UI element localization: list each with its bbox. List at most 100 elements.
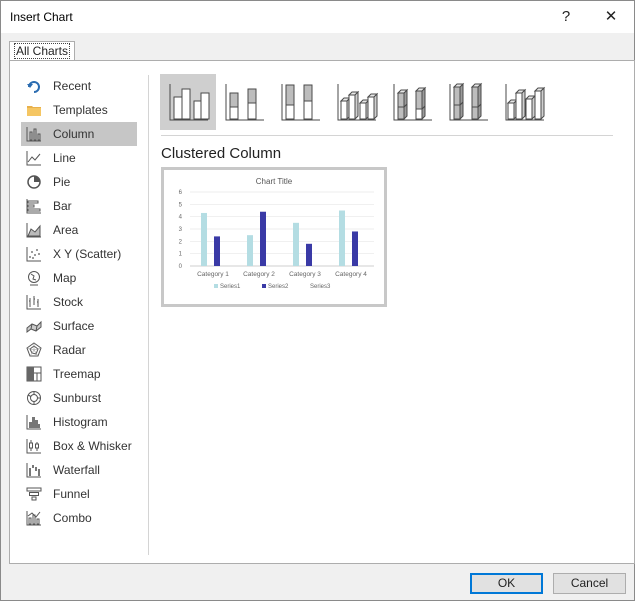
sidebar-item-label: Sunburst: [53, 391, 102, 405]
recent-icon: [27, 81, 40, 93]
sidebar-item-label: Surface: [53, 319, 95, 333]
box-whisker-chart-icon: [26, 439, 41, 454]
templates-folder-icon: [27, 106, 41, 116]
chart-subtype-heading: Clustered Column: [161, 145, 282, 162]
radar-chart-icon: [26, 342, 42, 357]
dialog-title: Insert Chart: [10, 10, 73, 24]
help-button[interactable]: ?: [557, 7, 575, 27]
sidebar-item-label: Bar: [53, 199, 72, 213]
cancel-button[interactable]: Cancel: [553, 573, 626, 594]
area-chart-icon: [26, 223, 41, 238]
subtype-3d-100-percent-stacked-column[interactable]: [440, 74, 496, 130]
bar-chart-icon: [26, 199, 41, 214]
sidebar-item-label: Line: [53, 151, 76, 165]
pie-chart-icon: [27, 175, 41, 189]
sidebar-item-scatter-chart[interactable]: X Y (Scatter): [21, 242, 137, 266]
legend-label: Series1: [220, 284, 241, 290]
sidebar-item-waterfall-chart[interactable]: Waterfall: [21, 458, 137, 482]
tab-strip: All Charts: [1, 33, 634, 61]
y-tick-label: 0: [179, 264, 183, 270]
sidebar-item-treemap-chart[interactable]: Treemap: [21, 362, 137, 386]
sidebar-item-surface-chart[interactable]: Surface: [21, 314, 137, 338]
sidebar-item-label: Column: [53, 127, 95, 141]
subtype-3d-clustered-column[interactable]: [328, 74, 384, 130]
sidebar-item-label: Map: [53, 271, 77, 285]
sidebar-item-histogram-chart[interactable]: Histogram: [21, 410, 137, 434]
sidebar-item-label: Templates: [53, 103, 108, 117]
3d-100-percent-stacked-column-icon: [449, 82, 488, 121]
sunburst-chart-icon: [27, 391, 41, 405]
combo-chart-icon: [26, 511, 41, 526]
insert-chart-dialog: Insert Chart ? ✕ All Charts Recent Templa…: [0, 0, 635, 601]
chart-preview-plot: 0 1 2 3 4 5 6 Category 1 Category 2 Category 3 Cat…: [179, 190, 374, 290]
x-tick-label: Category 1: [197, 271, 229, 278]
sidebar-item-label: Pie: [53, 175, 71, 189]
chart-panel: Recent Templates Column Line Pie Bar Area X Y (…: [9, 60, 635, 564]
y-tick-label: 3: [179, 227, 183, 233]
3d-clustered-column-icon: [337, 84, 378, 121]
subtype-100-percent-stacked-column[interactable]: [272, 74, 328, 130]
x-tick-label: Category 2: [243, 271, 275, 278]
horizontal-divider: [161, 135, 613, 136]
sidebar-item-pie-chart[interactable]: Pie: [21, 170, 137, 194]
funnel-chart-icon: [26, 487, 42, 501]
map-chart-icon: [28, 271, 40, 286]
sidebar-item-map-chart[interactable]: Map: [21, 266, 137, 290]
ok-button[interactable]: OK: [470, 573, 543, 594]
bar-series1-2: [247, 235, 253, 266]
legend-label: Series3: [310, 284, 331, 290]
sidebar-item-label: Radar: [53, 343, 86, 357]
bar-series2-4: [352, 231, 358, 266]
3d-column-icon: [505, 84, 546, 121]
sidebar-item-label: Area: [53, 223, 79, 237]
histogram-chart-icon: [26, 415, 41, 430]
sidebar-item-templates-folder[interactable]: Templates: [21, 98, 137, 122]
subtype-3d-column[interactable]: [496, 74, 552, 130]
treemap-chart-icon: [26, 366, 42, 382]
waterfall-chart-icon: [26, 463, 41, 478]
tab-label: All Charts: [14, 43, 71, 59]
bar-series1-3: [293, 222, 299, 266]
sidebar-item-area-chart[interactable]: Area: [21, 218, 137, 242]
chart-preview: Chart Title 0 1 2 3 4 5 6 Category 1 Category 2C…: [161, 167, 387, 307]
sidebar-item-radar-chart[interactable]: Radar: [21, 338, 137, 362]
sidebar-item-label: X Y (Scatter): [53, 247, 122, 261]
surface-chart-icon: [26, 320, 42, 333]
subtype-3d-stacked-column[interactable]: [384, 74, 440, 130]
y-tick-label: 4: [179, 215, 183, 221]
bar-series1-1: [201, 212, 207, 266]
scatter-chart-icon: [26, 247, 41, 262]
bar-series2-2: [260, 211, 266, 266]
sidebar-item-funnel-chart[interactable]: Funnel: [21, 482, 137, 506]
sidebar-item-recent[interactable]: Recent: [21, 74, 137, 98]
sidebar-item-box-whisker-chart[interactable]: Box & Whisker: [21, 434, 137, 458]
sidebar-item-sunburst-chart[interactable]: Sunburst: [21, 386, 137, 410]
sidebar-item-label: Combo: [53, 511, 92, 525]
x-tick-label: Category 4: [335, 271, 367, 278]
subtype-clustered-column[interactable]: [160, 74, 216, 130]
sidebar-item-line-chart[interactable]: Line: [21, 146, 137, 170]
legend-label: Series2: [268, 284, 289, 290]
tab-all-charts[interactable]: All Charts: [9, 41, 76, 60]
clustered-column-icon: [169, 84, 210, 121]
stacked-column-icon: [225, 84, 264, 121]
sidebar-item-stock-chart[interactable]: Stock: [21, 290, 137, 314]
sidebar-item-label: Histogram: [53, 415, 108, 429]
stock-chart-icon: [26, 295, 41, 310]
legend-swatch-series1: [214, 284, 218, 288]
legend-swatch-series2: [262, 284, 266, 288]
y-tick-label: 1: [179, 252, 183, 258]
subtype-stacked-column[interactable]: [216, 74, 272, 130]
title-bar: Insert Chart ? ✕: [1, 1, 634, 33]
chart-type-list: Recent Templates Column Line Pie Bar Area X Y (…: [21, 74, 137, 530]
bar-series2-1: [214, 236, 220, 266]
3d-stacked-column-icon: [393, 84, 432, 121]
sidebar-item-combo-chart[interactable]: Combo: [21, 506, 137, 530]
sidebar-item-label: Stock: [53, 295, 84, 309]
y-tick-label: 6: [179, 190, 183, 196]
close-button[interactable]: ✕: [601, 7, 621, 27]
sidebar-item-label: Treemap: [53, 367, 101, 381]
vertical-divider: [148, 75, 149, 555]
sidebar-item-column-chart[interactable]: Column: [21, 122, 137, 146]
sidebar-item-bar-chart[interactable]: Bar: [21, 194, 137, 218]
